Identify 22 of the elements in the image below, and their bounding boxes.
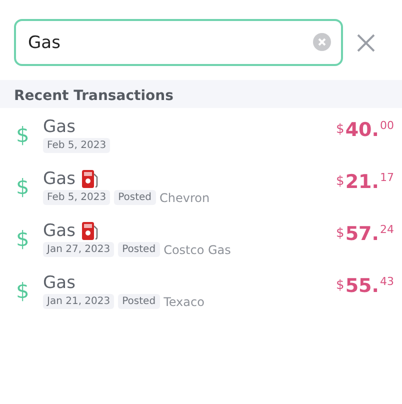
transaction-title: Gas bbox=[43, 273, 76, 293]
status-tag: Posted bbox=[118, 294, 160, 309]
merchant-name: Costco Gas bbox=[164, 242, 231, 256]
dollar-icon: $ bbox=[16, 123, 43, 147]
search-field[interactable]: Gas bbox=[14, 19, 343, 66]
dollar-icon: $ bbox=[16, 175, 43, 199]
section-title: Recent Transactions bbox=[14, 88, 174, 104]
dollar-icon: $ bbox=[16, 279, 43, 303]
date-tag: Feb 5, 2023 bbox=[43, 138, 110, 153]
status-tag: Posted bbox=[114, 190, 156, 205]
clear-icon[interactable] bbox=[313, 33, 331, 51]
merchant-name: Texaco bbox=[164, 294, 204, 308]
status-tag: Posted bbox=[118, 242, 160, 257]
transaction-title: Gas bbox=[43, 221, 76, 241]
date-tag: Jan 21, 2023 bbox=[43, 294, 114, 309]
dollar-icon: $ bbox=[16, 227, 43, 251]
transaction-title: Gas bbox=[43, 169, 76, 189]
transaction-title: Gas bbox=[43, 117, 76, 137]
date-tag: Jan 27, 2023 bbox=[43, 242, 114, 257]
close-icon[interactable] bbox=[357, 34, 375, 52]
merchant-name: Chevron bbox=[160, 190, 210, 204]
date-tag: Feb 5, 2023 bbox=[43, 190, 110, 205]
